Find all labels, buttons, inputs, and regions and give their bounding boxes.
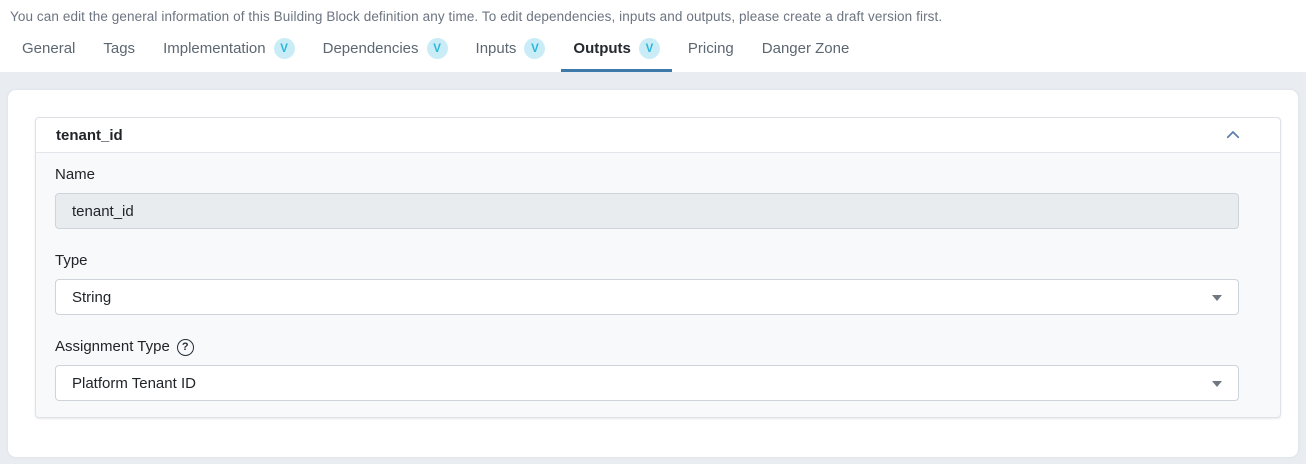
chevron-up-icon[interactable] xyxy=(1224,126,1242,144)
version-badge: V xyxy=(524,38,546,59)
notice-text: You can edit the general information of … xyxy=(10,9,943,24)
page-header: You can edit the general information of … xyxy=(0,0,1306,72)
tab-dependencies[interactable]: Dependencies V xyxy=(309,36,462,72)
tab-pricing[interactable]: Pricing xyxy=(674,38,748,70)
tab-danger-zone[interactable]: Danger Zone xyxy=(748,38,864,70)
page: You can edit the general information of … xyxy=(0,0,1306,464)
caret-down-icon xyxy=(1212,295,1222,301)
tab-general[interactable]: General xyxy=(10,38,89,70)
tab-bar: General Tags Implementation V Dependenci… xyxy=(10,36,1296,72)
output-name-title: tenant_id xyxy=(56,126,123,144)
name-label: Name xyxy=(55,166,96,183)
assignment-type-select[interactable]: Platform Tenant ID xyxy=(55,365,1239,401)
tab-label: Pricing xyxy=(687,40,734,57)
tab-outputs[interactable]: Outputs V xyxy=(559,36,674,72)
type-select[interactable]: String xyxy=(55,279,1239,315)
tab-label: General xyxy=(22,40,76,57)
assignment-type-label: Assignment Type ? xyxy=(55,337,1239,357)
type-select-value: String xyxy=(72,288,112,306)
content-area: tenant_id Name tenant_id Type String Ass… xyxy=(0,72,1306,464)
version-badge: V xyxy=(426,38,448,59)
tab-label: Danger Zone xyxy=(761,40,850,57)
type-label: Type xyxy=(55,252,88,269)
tab-label: Tags xyxy=(103,40,136,57)
tab-label: Outputs xyxy=(573,40,631,57)
tab-label: Implementation xyxy=(163,40,266,57)
assignment-type-field-group: Assignment Type ? Platform Tenant ID xyxy=(55,337,1239,401)
type-field-group: Type String xyxy=(55,251,1239,315)
name-field-group: Name xyxy=(55,165,1239,229)
assignment-type-select-value: Platform Tenant ID xyxy=(72,374,196,392)
version-badge: V xyxy=(638,38,660,59)
tab-inputs[interactable]: Inputs V xyxy=(462,36,560,72)
tab-implementation[interactable]: Implementation V xyxy=(149,36,309,72)
caret-down-icon xyxy=(1212,381,1222,387)
tab-tags[interactable]: Tags xyxy=(89,38,149,70)
output-panel-body: Name Type String xyxy=(36,153,1280,401)
name-input[interactable] xyxy=(55,193,1239,229)
question-circle-icon[interactable]: ? xyxy=(176,338,194,356)
tab-label: Dependencies xyxy=(322,40,419,57)
outputs-card: tenant_id Name tenant_id Type String Ass… xyxy=(8,90,1298,457)
output-panel-header[interactable]: tenant_id xyxy=(36,118,1280,153)
tab-label: Inputs xyxy=(475,40,517,57)
version-badge: V xyxy=(273,38,295,59)
output-accordion-panel: tenant_id Name tenant_id Type String Ass… xyxy=(35,117,1281,418)
